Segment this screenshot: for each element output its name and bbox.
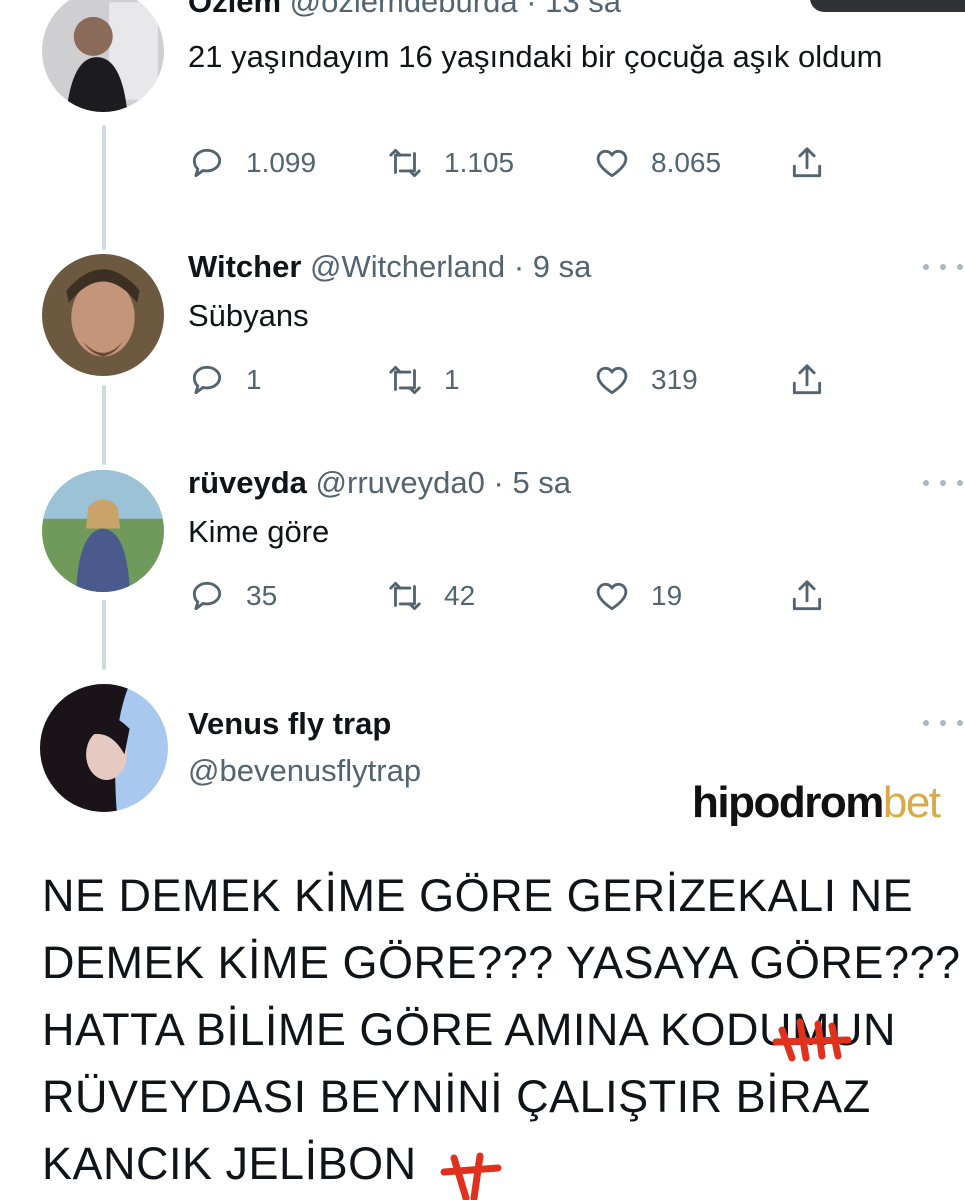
separator-dot: · (526, 0, 537, 19)
watermark-logo: hipodrombet (692, 778, 941, 828)
avatar[interactable] (40, 684, 168, 812)
display-name[interactable]: Witcher (188, 249, 301, 284)
share-button[interactable] (788, 143, 846, 183)
display-name[interactable]: Özlem (188, 0, 281, 19)
reply-button[interactable]: 1 (188, 360, 262, 400)
tweet-actions: 1 1 319 (188, 360, 848, 400)
retweet-icon (389, 148, 421, 178)
watermark-part2: bet (882, 778, 941, 827)
share-icon (792, 580, 822, 611)
avatar[interactable] (42, 0, 164, 112)
heart-icon (596, 366, 628, 395)
separator-dot: · (493, 465, 504, 500)
user-handle[interactable]: @bevenusflytrap (188, 753, 421, 788)
reply-count: 1.099 (246, 147, 317, 178)
tweet-header: Özlem @ozlemdeburda · 13 sa (188, 0, 621, 21)
censor-scribble (772, 1018, 852, 1062)
like-count: 8.065 (651, 147, 722, 178)
share-icon (792, 147, 822, 178)
top-bar-element (810, 0, 965, 12)
timestamp[interactable]: 13 sa (545, 0, 621, 19)
tweet-actions: 1.099 1.105 8.065 (188, 143, 848, 183)
retweet-icon (389, 581, 421, 611)
timestamp[interactable]: 9 sa (533, 249, 592, 284)
avatar[interactable] (42, 254, 164, 376)
more-options-button[interactable] (923, 720, 963, 730)
censor-scribble (440, 1152, 502, 1200)
tweet-ruveyda[interactable]: rüveyda @rruveyda0 · 5 sa Kime göre 35 4… (0, 464, 965, 666)
retweet-button[interactable]: 1.105 (386, 143, 514, 183)
tweet-text: 21 yaşındayım 16 yaşındaki bir çocuğa aş… (188, 39, 883, 74)
user-handle[interactable]: @ozlemdeburda (290, 0, 518, 19)
watermark-part1: hipodrom (692, 778, 884, 827)
tweet-witcher[interactable]: Witcher @Witcherland · 9 sa Sübyans 1 1 … (0, 248, 965, 450)
heart-icon (596, 582, 628, 611)
retweet-count: 1.105 (444, 147, 515, 178)
tweet-header: Witcher @Witcherland · 9 sa (188, 248, 591, 286)
tweet-text: Kime göre (188, 514, 330, 549)
user-handle[interactable]: @Witcherland (310, 249, 505, 284)
like-button[interactable]: 19 (593, 576, 682, 616)
reply-button[interactable]: 35 (188, 576, 277, 616)
tweet-subheader: @bevenusflytrap (188, 752, 421, 790)
tweet-header: rüveyda @rruveyda0 · 5 sa (188, 464, 571, 502)
tweet-header: Venus fly trap (188, 705, 391, 743)
reply-button[interactable]: 1.099 (188, 143, 316, 183)
share-button[interactable] (788, 360, 846, 400)
reply-icon (192, 148, 222, 178)
heart-icon (596, 149, 628, 178)
more-options-button[interactable] (923, 480, 963, 490)
user-handle[interactable]: @rruveyda0 (316, 465, 485, 500)
like-count: 319 (651, 364, 698, 395)
display-name[interactable]: rüveyda (188, 465, 307, 500)
retweet-button[interactable]: 1 (386, 360, 460, 400)
tweet-actions: 35 42 19 (188, 576, 848, 616)
retweet-count: 1 (444, 364, 460, 395)
reply-icon (192, 365, 222, 395)
retweet-count: 42 (444, 580, 476, 611)
display-name[interactable]: Venus fly trap (188, 706, 391, 741)
reply-count: 35 (246, 580, 278, 611)
separator-dot: · (513, 249, 525, 284)
like-button[interactable]: 8.065 (593, 143, 721, 183)
tweet-text: Sübyans (188, 298, 309, 333)
reply-count: 1 (246, 364, 262, 395)
share-button[interactable] (788, 576, 846, 616)
like-button[interactable]: 319 (593, 360, 698, 400)
timestamp[interactable]: 5 sa (512, 465, 571, 500)
avatar[interactable] (42, 470, 164, 592)
retweet-button[interactable]: 42 (386, 576, 475, 616)
like-count: 19 (651, 580, 683, 611)
more-options-button[interactable] (923, 264, 963, 274)
reply-icon (192, 581, 222, 611)
retweet-icon (389, 365, 421, 395)
share-icon (792, 364, 822, 395)
tweet-ozlem[interactable]: Özlem @ozlemdeburda · 13 sa 21 yaşındayı… (0, 0, 965, 240)
